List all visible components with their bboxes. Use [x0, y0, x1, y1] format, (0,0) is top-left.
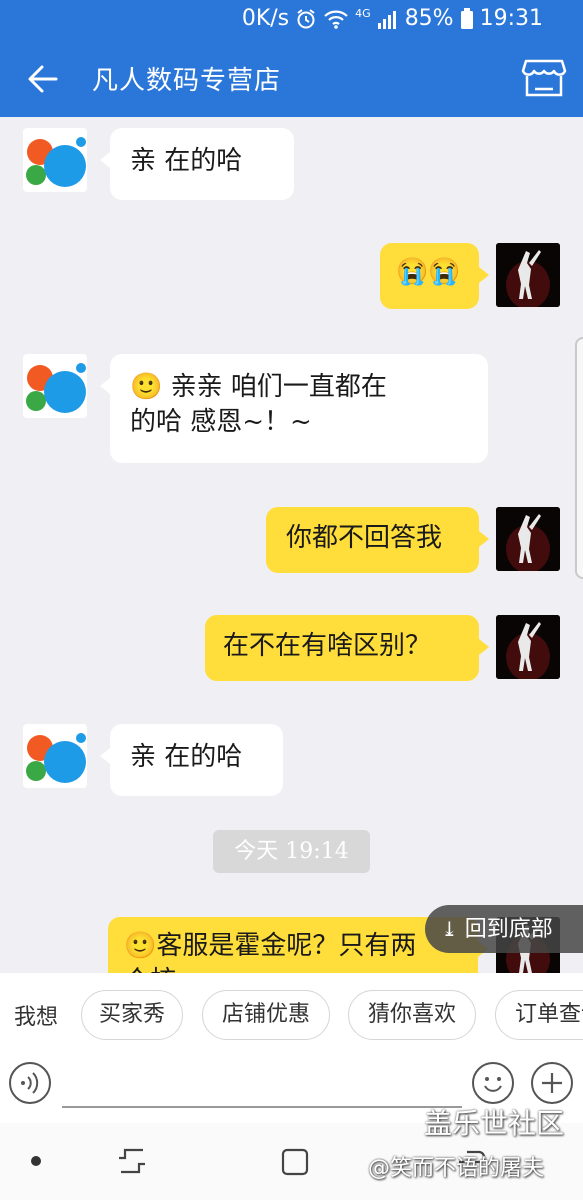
message-input[interactable]	[62, 1106, 462, 1108]
message-bubble-outgoing[interactable]: 在不在有啥区别？	[205, 615, 489, 681]
watermark-author: @笑而不语的屠夫	[368, 1156, 545, 1181]
dancer-silhouette-icon	[496, 507, 560, 571]
message-text: 你都不回答我	[286, 523, 443, 553]
shop-avatar[interactable]	[23, 724, 87, 788]
message-text: 亲 在的哈	[130, 742, 243, 772]
storefront-icon[interactable]	[521, 55, 567, 101]
battery-icon	[460, 7, 473, 29]
message-text: 亲 在的哈	[130, 146, 243, 176]
message-bubble-incoming[interactable]: 亲 在的哈	[100, 724, 283, 796]
dot-indicator-icon	[31, 1156, 41, 1166]
message-bubble-outgoing[interactable]: 🙂客服是霍金呢？只有两 个核	[108, 917, 488, 973]
battery-percent: 85%	[404, 6, 454, 31]
chip-guess-you-like[interactable]: 猜你喜欢	[348, 990, 476, 1040]
recent-apps-icon[interactable]	[115, 1145, 149, 1177]
down-arrow-icon: ⤓	[441, 917, 458, 941]
message-text: 在不在有啥区别？	[223, 631, 432, 661]
wifi-icon	[324, 10, 348, 29]
timestamp: 今天 19:14	[213, 830, 370, 873]
shop-logo-icon	[26, 733, 86, 783]
quick-reply-bar: 我想 买家秀 店铺优惠 猜你喜欢 订单查询	[0, 973, 583, 1058]
network-speed: 0K/s	[241, 6, 290, 31]
chat-list[interactable]: 亲 在的哈 😭😭 🙂 亲亲 咱们一直都在 的哈 感恩~！~ 你都不回答我 在不在…	[0, 117, 583, 973]
message-text-line1: 亲亲 咱们一直都在	[162, 372, 387, 402]
home-square-icon[interactable]	[280, 1147, 310, 1177]
message-bubble-incoming[interactable]: 🙂 亲亲 咱们一直都在 的哈 感恩~！~	[100, 354, 488, 463]
user-avatar[interactable]	[496, 615, 560, 679]
back-arrow-icon[interactable]	[26, 62, 60, 96]
quick-reply-label: 我想	[14, 1005, 59, 1030]
shop-logo-icon	[26, 137, 86, 187]
alarm-icon	[297, 8, 315, 28]
smiley-face-icon	[484, 1077, 502, 1092]
plus-icon	[542, 1073, 562, 1093]
back-to-bottom-button[interactable]: ⤓ 回到底部	[425, 905, 583, 953]
smile-emoji: 🙂	[130, 372, 163, 402]
voice-input-button[interactable]	[9, 1062, 51, 1104]
crying-emoji-text: 😭😭	[396, 257, 461, 287]
dancer-silhouette-icon	[496, 615, 560, 679]
back-to-bottom-label: 回到底部	[464, 917, 553, 942]
signal-icon	[377, 10, 396, 29]
message-bubble-incoming[interactable]: 亲 在的哈	[100, 128, 294, 200]
shop-logo-icon	[26, 363, 86, 413]
watermark-community: 盖乐世社区	[424, 1107, 565, 1140]
chip-store-discount[interactable]: 店铺优惠	[202, 990, 330, 1040]
smile-emoji: 🙂	[124, 931, 157, 961]
clock: 19:31	[479, 6, 543, 31]
shop-avatar[interactable]	[23, 128, 87, 192]
user-avatar[interactable]	[496, 243, 560, 307]
user-avatar[interactable]	[496, 507, 560, 571]
emoji-button[interactable]	[472, 1062, 514, 1104]
shop-avatar[interactable]	[23, 354, 87, 418]
shop-title: 凡人数码专营店	[92, 66, 282, 96]
dancer-silhouette-icon	[496, 243, 560, 307]
message-text-line2: 个核	[124, 964, 462, 973]
more-options-button[interactable]	[531, 1062, 573, 1104]
chip-order-query[interactable]: 订单查询	[495, 990, 583, 1040]
chip-buyer-show[interactable]: 买家秀	[81, 990, 183, 1040]
status-bar: 0K/s 4G 85% 19:31	[0, 0, 583, 40]
network-type: 4G	[355, 7, 371, 20]
message-bubble-outgoing[interactable]: 你都不回答我	[266, 507, 489, 573]
edge-panel-handle[interactable]	[575, 337, 583, 579]
sound-wave-icon	[21, 1072, 39, 1094]
app-header: 凡人数码专营店	[0, 40, 583, 117]
message-text-line1: 客服是霍金呢？只有两	[156, 931, 417, 961]
message-text-line2: 的哈 感恩~！~	[130, 407, 312, 437]
message-bubble-outgoing[interactable]: 😭😭	[380, 243, 489, 309]
